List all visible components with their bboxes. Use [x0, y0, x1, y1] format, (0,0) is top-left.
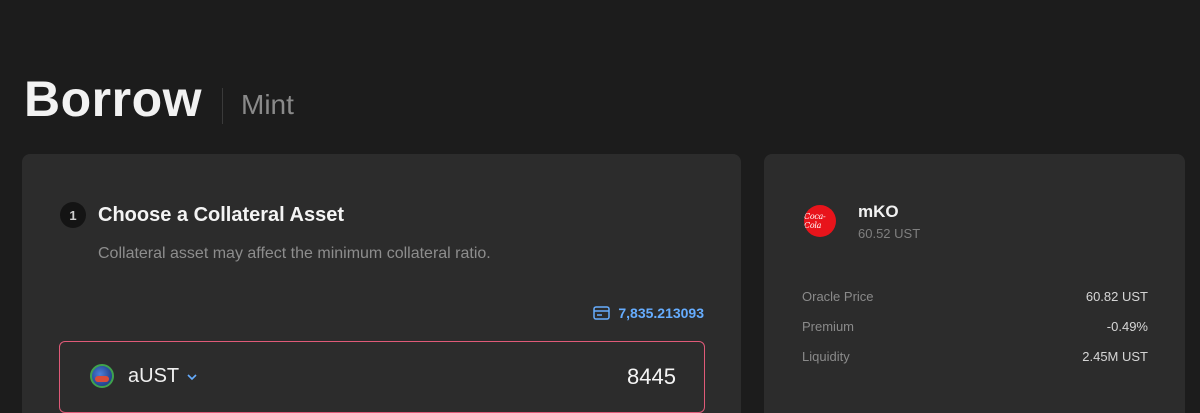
stat-label: Oracle Price: [802, 289, 874, 304]
borrow-page: Borrow Mint 1 Choose a Collateral Asset …: [0, 0, 1200, 413]
tab-divider: [222, 88, 223, 124]
stat-row-oracle-price: Oracle Price 60.82 UST: [802, 288, 1148, 318]
page-header: Borrow Mint: [24, 70, 294, 128]
stat-row-liquidity: Liquidity 2.45M UST: [802, 348, 1148, 378]
tab-borrow[interactable]: Borrow: [24, 70, 202, 128]
balance-amount: 7,835.213093: [618, 305, 704, 321]
stat-label: Liquidity: [802, 349, 850, 364]
asset-name: aUST: [128, 364, 180, 387]
collateral-amount-input[interactable]: [376, 362, 676, 392]
asset-info-card: Coca-Cola mKO 60.52 UST Oracle Price 60.…: [764, 154, 1185, 413]
token-symbol: mKO: [858, 202, 899, 221]
step-header: 1 Choose a Collateral Asset: [60, 202, 344, 228]
tab-mint[interactable]: Mint: [241, 89, 294, 121]
stat-value: 2.45M UST: [1082, 349, 1148, 364]
stat-label: Premium: [802, 319, 855, 334]
token-stats: Oracle Price 60.82 UST Premium -0.49% Li…: [802, 288, 1148, 378]
collateral-input-box: aUST: [59, 341, 705, 413]
step-number-badge: 1: [60, 202, 86, 228]
step-description: Collateral asset may affect the minimum …: [98, 245, 491, 262]
asset-selector[interactable]: aUST: [90, 364, 197, 388]
step-title: Choose a Collateral Asset: [98, 203, 345, 226]
token-price: 60.52 UST: [858, 226, 921, 241]
stat-row-premium: Premium -0.49%: [802, 318, 1148, 348]
collateral-card: 1 Choose a Collateral Asset Collateral a…: [22, 154, 741, 413]
max-balance-button[interactable]: 7,835.213093: [593, 305, 704, 321]
aust-token-icon: [90, 364, 114, 388]
coca-cola-logo-icon: Coca-Cola: [804, 205, 836, 237]
chevron-down-icon: [187, 373, 197, 380]
stat-value: -0.49%: [1106, 319, 1148, 334]
logo-wordmark: Coca-Cola: [804, 212, 826, 230]
stat-value: 60.82 UST: [1085, 289, 1148, 304]
wallet-icon: [593, 306, 611, 320]
